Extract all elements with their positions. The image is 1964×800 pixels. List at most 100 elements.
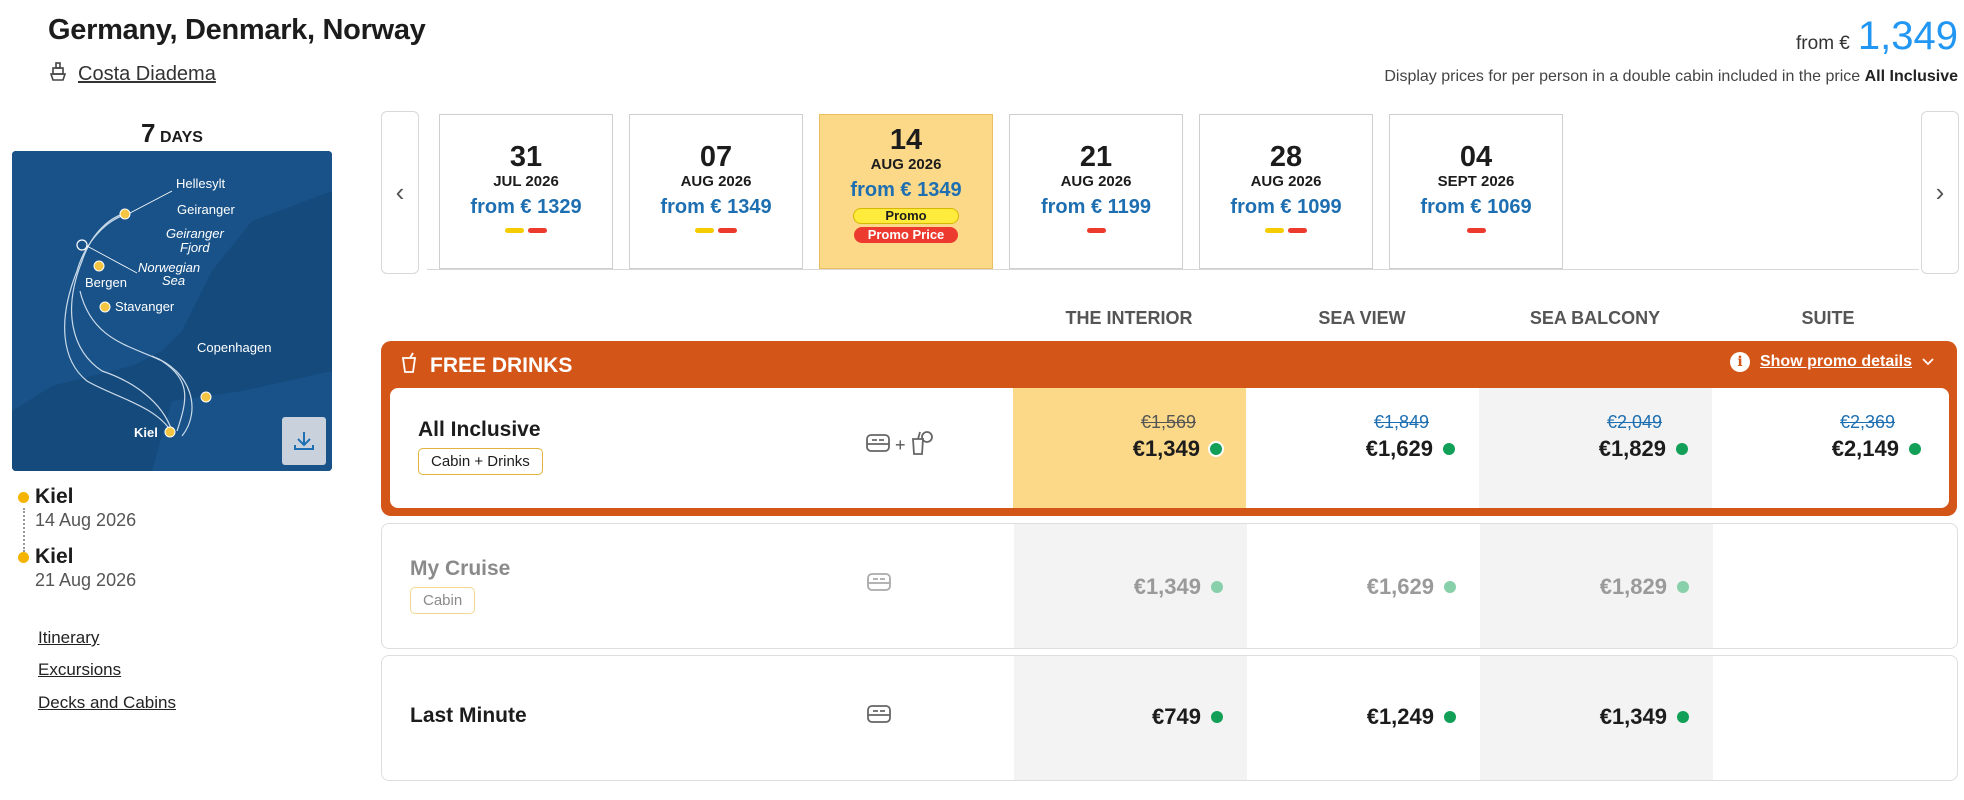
availability-dot: [1443, 443, 1455, 455]
date-price: from € 1069: [1420, 196, 1532, 218]
price-value: €1,349: [1132, 436, 1200, 461]
date-month: AUG 2026: [1060, 173, 1132, 190]
cabin-header-sea-balcony: SEA BALCONY: [1529, 308, 1661, 328]
date-day: 04: [1459, 141, 1493, 173]
date-option[interactable]: 31 JUL 2026 from € 1329: [439, 114, 613, 269]
ship-name[interactable]: Costa Diadema: [78, 63, 216, 86]
cabin-header-interior: THE INTERIOR: [1065, 308, 1193, 328]
price-value: €1,349: [1599, 704, 1667, 729]
fare-row-all-inclusive[interactable]: All Inclusive Cabin + Drinks + €1,569 €1…: [390, 388, 1949, 508]
price-cell-sea-view[interactable]: €1,849 €1,629: [1246, 388, 1479, 508]
date-option[interactable]: 07 AUG 2026 from € 1349: [629, 114, 803, 269]
date-day: 07: [699, 141, 733, 173]
price-cell-interior[interactable]: €749: [1014, 656, 1247, 780]
itinerary-start: Kiel 14 Aug 2026: [18, 485, 136, 531]
yellow-bar: [695, 228, 714, 233]
fare-row-last-minute[interactable]: Last Minute €749 €1,249 €1,349: [381, 655, 1958, 781]
decks-cabins-link[interactable]: Decks and Cabins: [38, 693, 176, 713]
days-number: 7: [141, 118, 156, 148]
itinerary-map[interactable]: Hellesylt Geiranger Geiranger Fjord Norw…: [12, 151, 332, 471]
price-cell-sea-balcony[interactable]: €2,049 €1,829: [1479, 388, 1712, 508]
carousel-next-button[interactable]: ›: [1921, 111, 1959, 274]
map-label-fjord-1: Geiranger: [166, 226, 224, 241]
price-from-label: from €: [1796, 33, 1850, 54]
ship-icon: [48, 60, 68, 88]
price-value: €1,829: [1599, 574, 1667, 599]
availability-bars: [1390, 228, 1562, 233]
availability-dot: [1677, 581, 1689, 593]
date-option[interactable]: 28 AUG 2026 from € 1099: [1199, 114, 1373, 269]
start-dot: [18, 492, 29, 503]
promo-tag: Promo: [853, 208, 959, 224]
price-note: Display prices for per person in a doubl…: [1384, 68, 1958, 86]
current-price: €1,349: [1134, 574, 1223, 600]
date-option[interactable]: 04 SEPT 2026 from € 1069: [1389, 114, 1563, 269]
price-cell-interior[interactable]: €1,349: [1014, 524, 1247, 648]
days-label: DAYS: [159, 129, 203, 146]
date-month: AUG 2026: [1250, 173, 1322, 190]
date-day: 14: [889, 124, 923, 156]
price-cell-interior[interactable]: €1,569 €1,349: [1013, 388, 1246, 508]
date-price: from € 1099: [1230, 196, 1342, 218]
current-price: €1,349: [1600, 704, 1689, 730]
price-note-text: Display prices for per person in a doubl…: [1384, 68, 1861, 85]
availability-bars: [440, 228, 612, 233]
price-cell-sea-view[interactable]: €1,629: [1247, 524, 1480, 648]
price-cell-sea-balcony[interactable]: €1,829: [1480, 524, 1713, 648]
red-bar: [528, 228, 547, 233]
date-carousel: ‹ 31 JUL 2026 from € 1329 07 AUG 2026 fr…: [381, 111, 1959, 274]
download-map-button[interactable]: [282, 417, 326, 465]
carousel-baseline: [427, 269, 1919, 270]
availability-dot: [1444, 581, 1456, 593]
plus-sign: +: [895, 435, 906, 455]
current-price: €1,829: [1599, 436, 1688, 462]
price-cell-sea-balcony[interactable]: €1,349: [1480, 656, 1713, 780]
end-date: 21 Aug 2026: [35, 570, 137, 590]
date-day: 21: [1079, 141, 1113, 173]
download-icon: [292, 429, 316, 453]
info-icon: i: [1729, 352, 1750, 372]
bed-icon: [865, 432, 891, 459]
date-option-selected[interactable]: 14 AUG 2026 from € 1349 Promo Promo Pric…: [819, 114, 993, 269]
date-price: from € 1199: [1040, 196, 1152, 218]
map-label-fjord-2: Fjord: [180, 240, 210, 255]
date-month: JUL 2026: [493, 173, 559, 190]
bed-icon: [866, 571, 892, 598]
promo-price-tag: Promo Price: [854, 227, 958, 243]
price-cell-suite[interactable]: €2,369 €2,149: [1712, 388, 1945, 508]
availability-dot: [1909, 443, 1921, 455]
date-day: 28: [1269, 141, 1303, 173]
current-price: €749: [1152, 704, 1223, 730]
map-label-copenhagen: Copenhagen: [197, 340, 271, 355]
promo-details-link[interactable]: Show promo details: [1760, 353, 1912, 371]
end-dot: [18, 552, 29, 563]
old-price: €1,849: [1373, 412, 1429, 432]
chevron-left-icon: ‹: [395, 177, 405, 207]
itinerary-link[interactable]: Itinerary: [38, 628, 99, 648]
availability-dot: [1211, 711, 1223, 723]
chevron-down-icon: [1922, 353, 1934, 371]
ship-link[interactable]: Costa Diadema: [48, 60, 216, 88]
show-promo-details[interactable]: i Show promo details: [1729, 352, 1934, 372]
carousel-prev-button[interactable]: ‹: [381, 111, 419, 274]
availability-dot: [1211, 581, 1223, 593]
fare-includes: [866, 571, 892, 598]
bed-icon: [866, 703, 892, 730]
fare-name: All Inclusive: [418, 418, 541, 441]
price-value: €749: [1152, 704, 1201, 729]
date-option[interactable]: 21 AUG 2026 from € 1199: [1009, 114, 1183, 269]
drinks-icon: [910, 430, 934, 461]
drink-cup-icon: [400, 352, 418, 380]
fare-row-my-cruise[interactable]: My Cruise Cabin €1,349 €1,629 €1,829: [381, 523, 1958, 649]
current-price: €1,349: [1133, 436, 1222, 462]
price-from-value: 1,349: [1857, 14, 1958, 58]
map-label-sea-2: Sea: [162, 273, 185, 288]
excursions-link[interactable]: Excursions: [38, 660, 121, 680]
itinerary-end: Kiel 21 Aug 2026: [18, 545, 136, 591]
availability-bars: [1200, 228, 1372, 233]
date-day: 31: [509, 141, 543, 173]
price-cell-sea-view[interactable]: €1,249: [1247, 656, 1480, 780]
duration: 7 DAYS: [12, 118, 332, 149]
price-value: €1,249: [1366, 704, 1434, 729]
chevron-right-icon: ›: [1935, 177, 1945, 207]
